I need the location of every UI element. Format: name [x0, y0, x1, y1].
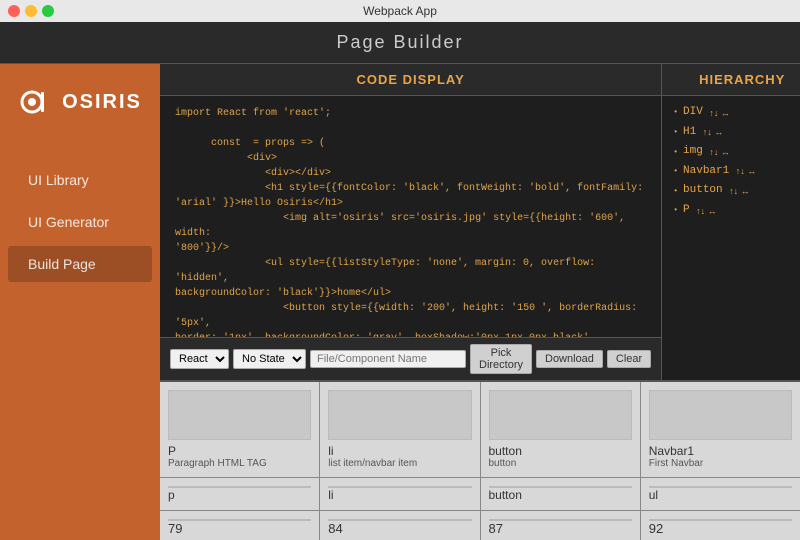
- component-desc: button: [489, 458, 632, 469]
- code-area[interactable]: import React from 'react'; const = props…: [160, 96, 661, 337]
- component-desc: First Navbar: [649, 458, 792, 469]
- component-tag: li: [328, 488, 471, 502]
- sidebar: OSIRIS UI Library UI Generator Build Pag…: [0, 64, 160, 540]
- component-card[interactable]: Navbar1 First Navbar: [641, 382, 800, 477]
- hierarchy-item[interactable]: • Navbar1 ↑↓ ↔: [674, 163, 800, 181]
- component-card[interactable]: p: [160, 478, 319, 510]
- bullet-icon: •: [674, 185, 677, 198]
- hierarchy-arrows: ↑↓ ↔: [700, 125, 723, 139]
- hierarchy-panel: HIERARCHY • DIV ↑↓ ↔ • H1 ↑↓ ↔ • img ↑↓ …: [662, 64, 800, 380]
- component-card[interactable]: P Paragraph HTML TAG: [160, 382, 319, 477]
- hierarchy-item[interactable]: • button ↑↓ ↔: [674, 182, 800, 200]
- bullet-icon: •: [674, 146, 677, 159]
- hierarchy-label: P: [683, 202, 690, 220]
- component-card[interactable]: 79: [160, 511, 319, 540]
- hierarchy-arrows: ↑↓ ↔: [707, 145, 730, 159]
- component-preview: [649, 390, 792, 440]
- hierarchy-arrows: ↑↓ ↔: [707, 106, 730, 120]
- sidebar-item-ui-generator[interactable]: UI Generator: [8, 204, 152, 240]
- component-desc: Paragraph HTML TAG: [168, 458, 311, 469]
- pick-directory-button[interactable]: Pick Directory: [470, 344, 532, 374]
- component-card[interactable]: button button: [481, 382, 640, 477]
- component-tag: li: [328, 444, 471, 458]
- component-number: 92: [649, 521, 792, 536]
- osiris-logo-icon: [18, 84, 54, 120]
- maximize-button[interactable]: [42, 5, 54, 17]
- component-number: 84: [328, 521, 471, 536]
- code-display-panel: CODE DISPLAY import React from 'react'; …: [160, 64, 662, 380]
- component-tag: button: [489, 444, 632, 458]
- bullet-icon: •: [674, 204, 677, 217]
- component-desc: list item/navbar item: [328, 458, 471, 469]
- hierarchy-label: Navbar1: [683, 163, 729, 181]
- component-preview: [168, 390, 311, 440]
- hierarchy-arrows: ↑↓ ↔: [727, 184, 750, 198]
- component-tag: Navbar1: [649, 444, 792, 458]
- top-section: CODE DISPLAY import React from 'react'; …: [160, 64, 800, 380]
- component-tag: ul: [649, 488, 792, 502]
- sidebar-item-ui-library[interactable]: UI Library: [8, 162, 152, 198]
- content-area: OSIRIS UI Library UI Generator Build Pag…: [0, 64, 800, 540]
- sidebar-item-build-page[interactable]: Build Page: [8, 246, 152, 282]
- bullet-icon: •: [674, 106, 677, 119]
- component-card[interactable]: button: [481, 478, 640, 510]
- bullet-icon: •: [674, 165, 677, 178]
- app-header: Page Builder: [0, 22, 800, 64]
- hierarchy-label: img: [683, 143, 703, 161]
- code-toolbar: React No State Pick Directory Download C…: [160, 337, 661, 380]
- component-preview: [489, 390, 632, 440]
- component-tag: P: [168, 444, 311, 458]
- hierarchy-item[interactable]: • H1 ↑↓ ↔: [674, 124, 800, 142]
- hierarchy-item[interactable]: • DIV ↑↓ ↔: [674, 104, 800, 122]
- component-number: 87: [489, 521, 632, 536]
- component-tag: p: [168, 488, 311, 502]
- component-card[interactable]: 84: [320, 511, 479, 540]
- framework-select[interactable]: React: [170, 349, 229, 369]
- clear-button[interactable]: Clear: [607, 350, 651, 368]
- page-builder-title: Page Builder: [336, 32, 463, 52]
- component-card[interactable]: li list item/navbar item: [320, 382, 479, 477]
- hierarchy-content: • DIV ↑↓ ↔ • H1 ↑↓ ↔ • img ↑↓ ↔ • Navbar…: [662, 96, 800, 380]
- component-card[interactable]: 92: [641, 511, 800, 540]
- component-tag: button: [489, 488, 632, 502]
- app: Page Builder OSIRIS UI Library UI Genera…: [0, 22, 800, 540]
- bullet-icon: •: [674, 126, 677, 139]
- hierarchy-label: button: [683, 182, 723, 200]
- title-bar: Webpack App: [0, 0, 800, 22]
- logo: OSIRIS: [18, 84, 142, 120]
- minimize-button[interactable]: [25, 5, 37, 17]
- hierarchy-label: DIV: [683, 104, 703, 122]
- hierarchy-header: HIERARCHY: [662, 64, 800, 96]
- traffic-lights: [8, 5, 54, 17]
- sidebar-nav: UI Library UI Generator Build Page: [0, 160, 160, 284]
- component-card[interactable]: li: [320, 478, 479, 510]
- hierarchy-label: H1: [683, 124, 696, 142]
- close-button[interactable]: [8, 5, 20, 17]
- hierarchy-item[interactable]: • P ↑↓ ↔: [674, 202, 800, 220]
- component-name-input[interactable]: [310, 350, 466, 368]
- logo-text: OSIRIS: [62, 91, 142, 114]
- hierarchy-item[interactable]: • img ↑↓ ↔: [674, 143, 800, 161]
- component-number: 79: [168, 521, 311, 536]
- component-card[interactable]: ul: [641, 478, 800, 510]
- download-button[interactable]: Download: [536, 350, 603, 368]
- hierarchy-arrows: ↑↓ ↔: [733, 164, 756, 178]
- component-grid: P Paragraph HTML TAG li list item/navbar…: [160, 382, 800, 540]
- window-title: Webpack App: [363, 4, 437, 18]
- main-content: CODE DISPLAY import React from 'react'; …: [160, 64, 800, 540]
- hierarchy-arrows: ↑↓ ↔: [694, 204, 717, 218]
- component-preview: [328, 390, 471, 440]
- component-grid-section: P Paragraph HTML TAG li list item/navbar…: [160, 380, 800, 540]
- code-display-header: CODE DISPLAY: [160, 64, 661, 96]
- component-card[interactable]: 87: [481, 511, 640, 540]
- state-select[interactable]: No State: [233, 349, 306, 369]
